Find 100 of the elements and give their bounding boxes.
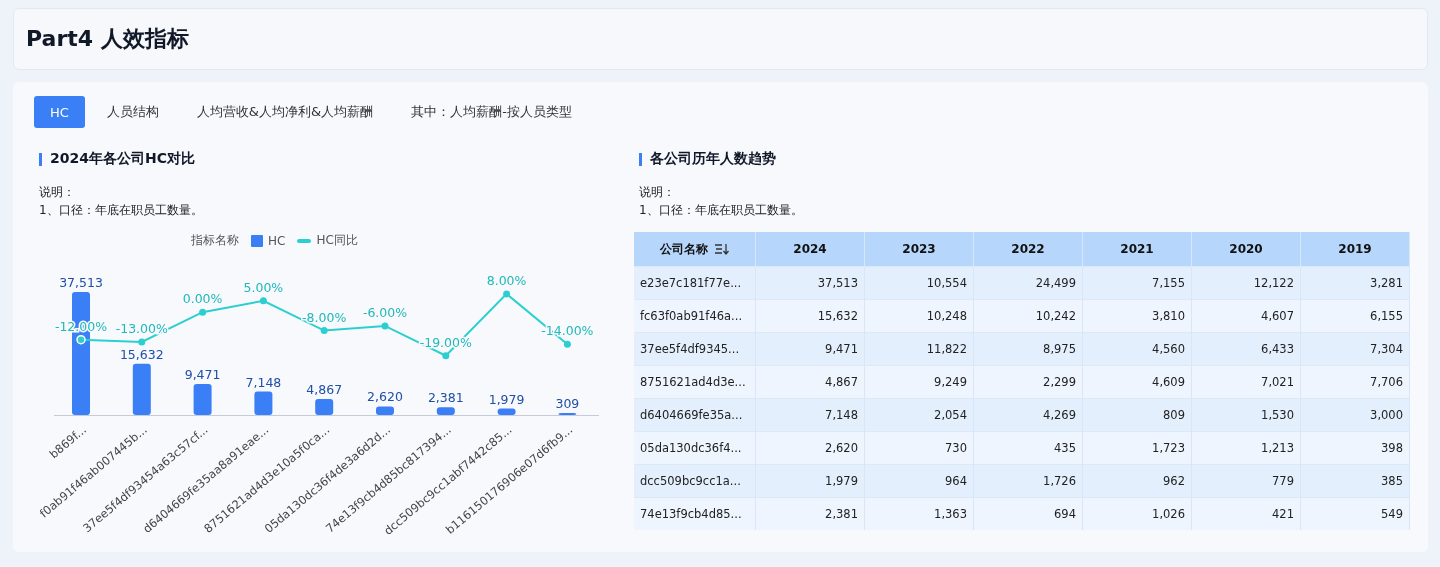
bar-value-label: 1,979 (488, 391, 525, 407)
table-cell: 779 (1192, 464, 1301, 497)
tab[interactable]: 人员结构 (90, 96, 175, 128)
table-cell: 1,530 (1192, 398, 1301, 431)
table-cell: 74e13f9cb4d85... (634, 497, 756, 530)
column-header-text: 2024 (793, 242, 827, 256)
column-header-text: 公司名称 (659, 240, 708, 258)
table-cell: 6,433 (1192, 332, 1301, 365)
note-text: 1、口径：年底在职员工数量。 (639, 202, 804, 218)
line-point (76, 334, 86, 345)
table-cell: 2,620 (756, 431, 865, 464)
table-cell: 11,822 (865, 332, 974, 365)
table-cell: 9,249 (865, 365, 974, 398)
line-point (503, 290, 511, 298)
table-cell: 435 (974, 431, 1083, 464)
table-cell: 730 (865, 431, 974, 464)
table-cell: 7,706 (1301, 365, 1410, 398)
table-cell: 1,213 (1192, 431, 1301, 464)
table-cell: 37,513 (756, 266, 865, 299)
table-cell: 1,726 (974, 464, 1083, 497)
section-title: 2024年各公司HC对比 (50, 150, 195, 168)
page-title: Part4 人效指标 (26, 25, 189, 53)
table-cell: 7,021 (1192, 365, 1301, 398)
table-cell: 6,155 (1301, 299, 1410, 332)
table-cell: 8751621ad4d3e... (634, 365, 756, 398)
note-text: 说明： (39, 184, 76, 200)
legend-label: HC同比 (316, 232, 358, 249)
table-cell: 809 (1083, 398, 1192, 431)
table-cell: 694 (974, 497, 1083, 530)
table-cell: 10,242 (974, 299, 1083, 332)
table-cell: 1,979 (756, 464, 865, 497)
sort-icon[interactable] (713, 243, 730, 255)
table-cell: 1,723 (1083, 431, 1192, 464)
column-header-text: 2019 (1338, 242, 1372, 256)
tab[interactable]: 人均营收&人均净利&人均薪酬 (180, 96, 390, 128)
line-point (259, 297, 267, 305)
bar-value-label: 2,620 (367, 389, 403, 405)
table-cell: 398 (1301, 431, 1410, 464)
tab[interactable]: HC (34, 96, 85, 128)
table-cell: 2,381 (756, 497, 865, 530)
line-value-label: -6.00% (362, 304, 408, 320)
table-cell: 8,975 (974, 332, 1083, 365)
table-cell: 10,554 (865, 266, 974, 299)
section-title: 各公司历年人数趋势 (650, 150, 776, 168)
table-cell: 4,609 (1083, 365, 1192, 398)
bar-value-label: 7,148 (245, 374, 282, 390)
line-value-label: 0.00% (182, 291, 223, 307)
tab[interactable]: 其中：人均薪酬-按人员类型 (395, 96, 588, 128)
table-cell: 4,867 (756, 365, 865, 398)
bar-value-label: 4,867 (306, 382, 343, 398)
table-cell: 7,148 (756, 398, 865, 431)
section-marker (639, 152, 642, 166)
table-cell: 7,155 (1083, 266, 1192, 299)
line-point (320, 327, 328, 335)
line-value-label: 5.00% (243, 279, 284, 295)
table-cell: dcc509bc9cc1a... (634, 464, 756, 497)
column-header-text: 2021 (1120, 242, 1154, 256)
line-value-label: -13.00% (115, 320, 168, 336)
table-cell: 05da130dc36f4... (634, 431, 756, 464)
table-cell: 15,632 (756, 299, 865, 332)
line-value-label: 8.00% (486, 272, 527, 288)
table-cell: 385 (1301, 464, 1410, 497)
table-cell: 7,304 (1301, 332, 1410, 365)
table-cell: 421 (1192, 497, 1301, 530)
column-header-text: 2023 (902, 242, 936, 256)
table-cell: d6404669fe35a... (634, 398, 756, 431)
table-cell: 2,054 (865, 398, 974, 431)
table-cell: 9,471 (756, 332, 865, 365)
column-header-text: 2022 (1011, 242, 1045, 256)
table-cell: 4,560 (1083, 332, 1192, 365)
bar-value-label: 37,513 (59, 274, 103, 290)
table-cell: 10,248 (865, 299, 974, 332)
table-cell: 4,607 (1192, 299, 1301, 332)
table-cell: 964 (865, 464, 974, 497)
bar-value-label: 9,471 (184, 366, 221, 382)
table-cell: 24,499 (974, 266, 1083, 299)
bar-value-label: 15,632 (119, 346, 164, 362)
line-point (563, 340, 571, 348)
table-cell: 1,026 (1083, 497, 1192, 530)
line-point (381, 322, 389, 330)
table-cell: 962 (1083, 464, 1192, 497)
table-cell: 4,269 (974, 398, 1083, 431)
line-point (138, 338, 146, 346)
column-header-text: 2020 (1229, 242, 1263, 256)
note-text: 说明： (639, 184, 676, 200)
table-cell: 3,810 (1083, 299, 1192, 332)
line-point (442, 352, 450, 360)
section-marker (39, 152, 42, 166)
line-point (199, 308, 207, 316)
table-cell: 3,000 (1301, 398, 1410, 431)
legend-title: 指标名称 (191, 232, 239, 249)
table-cell: 549 (1301, 497, 1410, 530)
table-cell: e23e7c181f77e... (634, 266, 756, 299)
table-cell: 1,363 (865, 497, 974, 530)
table-cell: 3,281 (1301, 266, 1410, 299)
table-cell: 2,299 (974, 365, 1083, 398)
line-value-label: -8.00% (302, 309, 347, 325)
note-text: 1、口径：年底在职员工数量。 (39, 202, 204, 218)
table-cell: 37ee5f4df9345... (634, 332, 756, 365)
table-cell: fc63f0ab91f46a... (634, 299, 756, 332)
